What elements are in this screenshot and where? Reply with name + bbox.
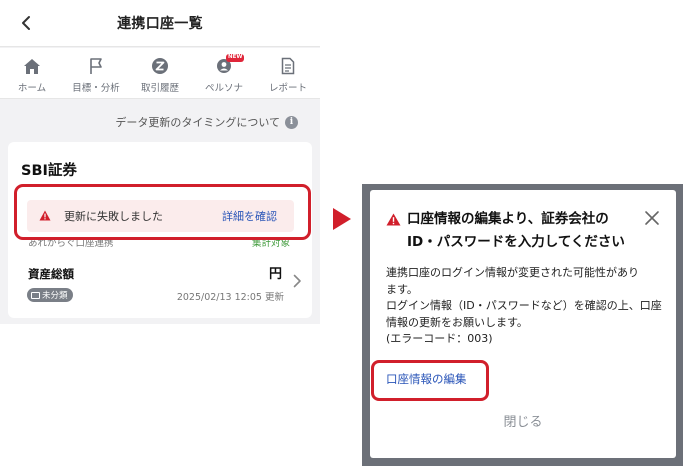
flag-icon	[90, 58, 102, 74]
account-list-screen: 連携口座一覧 ホーム 目標・分析 取引履歴 NEW ペルソナ レポート データ更…	[0, 0, 320, 324]
navigation-bar: 連携口座一覧	[0, 0, 320, 47]
category-tag[interactable]: 未分類	[27, 288, 73, 302]
tab-label: ペルソナ	[204, 83, 243, 94]
tab-label: レポート	[268, 83, 307, 94]
error-highlight-annotation	[14, 184, 311, 240]
last-updated: 2025/02/13 12:05 更新	[176, 292, 284, 303]
page-title: 連携口座一覧	[117, 16, 203, 32]
edit-link-highlight-annotation	[371, 360, 489, 401]
tab-report[interactable]: レポート	[256, 48, 320, 98]
close-button[interactable]: 閉じる	[370, 411, 676, 430]
tab-label: 目標・分析	[72, 83, 120, 94]
close-icon[interactable]	[644, 210, 660, 226]
folder-icon	[31, 291, 40, 299]
home-icon	[24, 58, 40, 74]
dialog-message-line: 情報の更新をお願いします。	[386, 315, 528, 329]
error-code: (エラーコード：003)	[386, 332, 493, 345]
total-assets-unit: 円	[268, 267, 282, 282]
institution-name: SBI証券	[21, 163, 77, 179]
tab-home[interactable]: ホーム	[0, 48, 64, 98]
zaim-logo-icon	[152, 58, 168, 74]
total-assets-label: 資産総額	[28, 267, 74, 281]
timing-link-text: データ更新のタイミングについて	[115, 116, 280, 129]
tab-label: ホーム	[17, 83, 47, 94]
warning-icon	[386, 213, 401, 226]
dialog-title: 口座情報の編集より、証券会社のID・パスワードを入力してください	[407, 211, 625, 250]
new-badge: NEW	[226, 54, 245, 62]
error-detail-dialog: 口座情報の編集より、証券会社のID・パスワードを入力してください 連携口座のログ…	[370, 190, 676, 458]
dialog-message-line: ます。	[386, 282, 418, 296]
dialog-message-line: ログイン情報（ID・パスワードなど）を確認の上、口座	[386, 299, 662, 312]
category-tag-label: 未分類	[42, 291, 68, 301]
info-icon: i	[285, 115, 298, 129]
arrow-right-icon	[333, 208, 351, 230]
data-update-timing-link[interactable]: データ更新のタイミングについて i	[115, 114, 298, 130]
tab-history[interactable]: 取引履歴	[128, 48, 192, 98]
tab-persona[interactable]: NEW ペルソナ	[192, 48, 256, 98]
tab-goals[interactable]: 目標・分析	[64, 48, 128, 98]
chevron-right-icon[interactable]	[292, 274, 302, 288]
tab-bar: ホーム 目標・分析 取引履歴 NEW ペルソナ レポート	[0, 48, 320, 99]
document-icon	[281, 57, 295, 75]
dialog-message-line: 連携口座のログイン情報が変更された可能性があり	[386, 266, 639, 279]
tab-label: 取引履歴	[140, 83, 179, 94]
dialog-message: 連携口座のログイン情報が変更された可能性があり ます。 ログイン情報（ID・パス…	[386, 265, 668, 348]
